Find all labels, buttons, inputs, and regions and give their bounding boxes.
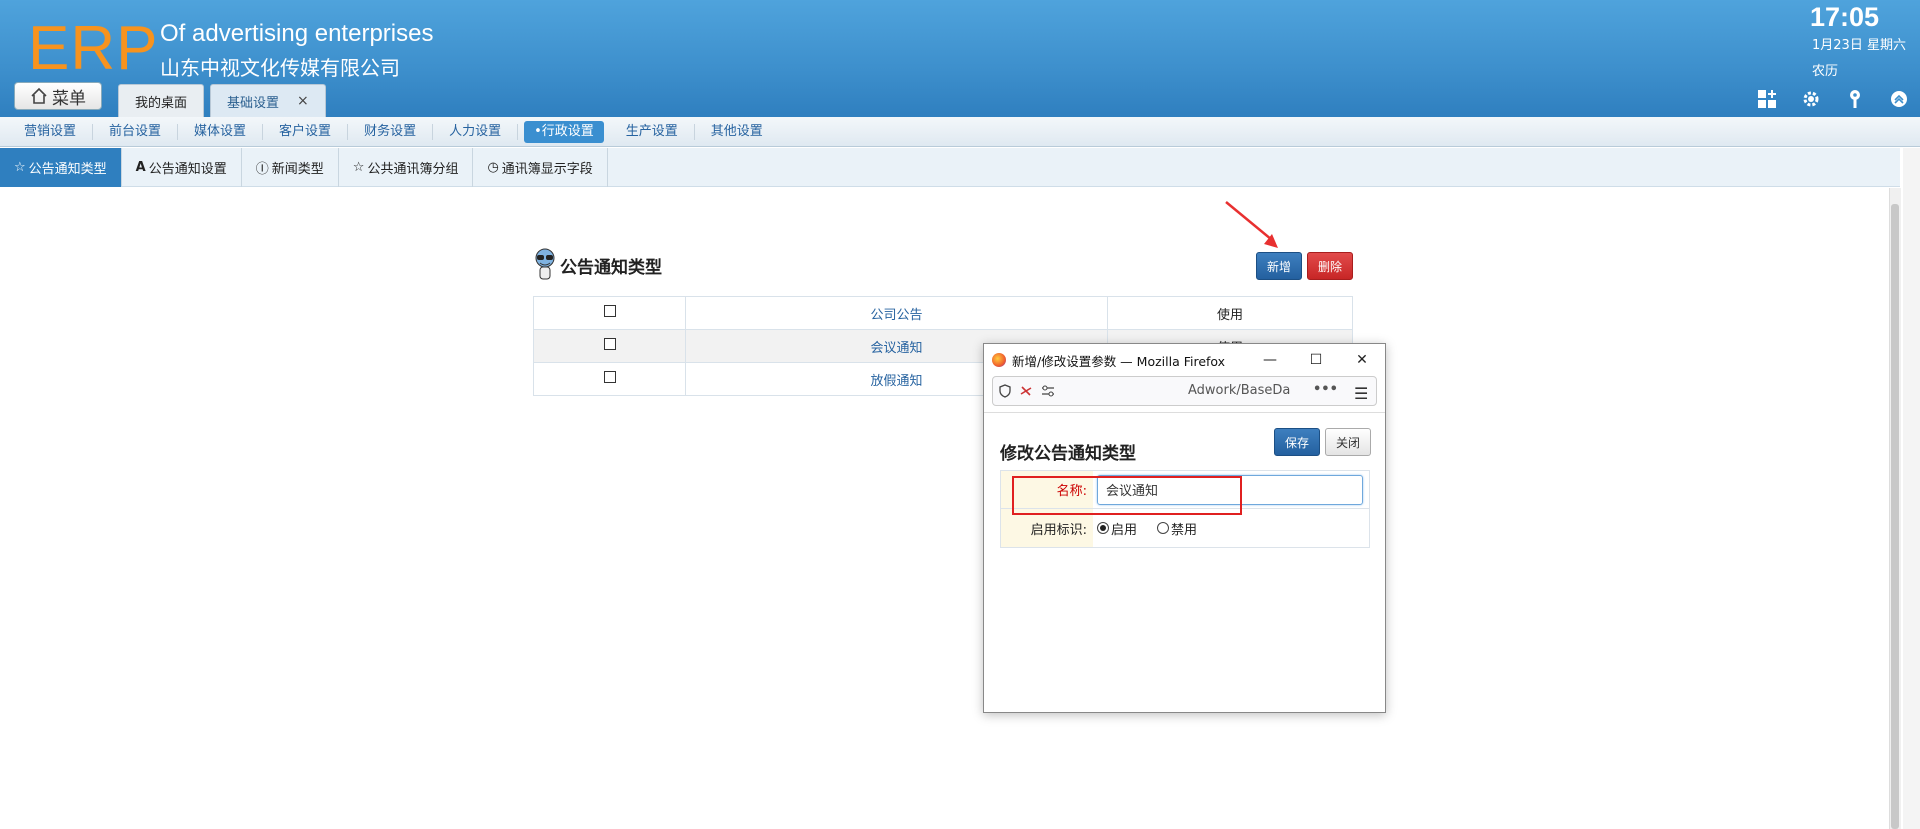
popup-window-title: 新增/修改设置参数 — Mozilla Firefox: [1012, 353, 1226, 369]
nav-marketing[interactable]: 营销设置: [8, 123, 94, 140]
page-title: 公告通知类型: [534, 247, 662, 283]
collapse-up-icon[interactable]: [1888, 88, 1910, 110]
muted-autoplay-icon: [1020, 386, 1032, 396]
tab-basic-settings[interactable]: 基础设置 ×: [210, 84, 326, 117]
clock: 17:05: [1810, 2, 1880, 32]
erp-logo: ERP: [28, 14, 159, 83]
page-title-text: 公告通知类型: [560, 257, 662, 278]
company-name-cn: 山东中视文化传媒有限公司: [160, 56, 400, 80]
row-checkbox[interactable]: [603, 371, 616, 383]
settings-nav: 营销设置 前台设置 媒体设置 客户设置 财务设置 人力设置 •行政设置 生产设置…: [0, 117, 1920, 147]
checkbox-cell[interactable]: [533, 296, 686, 330]
header-icons: [1756, 88, 1910, 110]
nav-hr[interactable]: 人力设置: [433, 123, 519, 140]
radio-disable-label: 禁用: [1171, 522, 1198, 538]
subtab-label: 通讯簿显示字段: [501, 162, 593, 177]
nav-other[interactable]: 其他设置: [695, 124, 779, 140]
row-checkbox[interactable]: [603, 305, 616, 317]
subtab-notice-settings[interactable]: A 公告通知设置: [122, 148, 242, 187]
font-icon: A: [135, 160, 146, 175]
shield-icon: [999, 384, 1011, 398]
nav-customer[interactable]: 客户设置: [263, 123, 349, 140]
top-tabs: 我的桌面 基础设置 ×: [118, 84, 326, 117]
popup-body: 修改公告通知类型 保存 关闭 名称: 会议通知 启用标识: 启用 禁用: [984, 412, 1385, 548]
save-button[interactable]: 保存: [1274, 428, 1320, 456]
add-button[interactable]: 新增: [1256, 252, 1302, 280]
date-text: 1月23日 星期六: [1812, 38, 1906, 53]
star-icon: ☆: [352, 160, 365, 175]
scrollbar-thumb[interactable]: [1891, 204, 1899, 829]
subtab-news-type[interactable]: Ⓘ 新闻类型: [242, 148, 339, 187]
key-icon[interactable]: [1844, 88, 1866, 110]
checkbox-cell[interactable]: [533, 329, 686, 363]
mascot-icon: [535, 248, 555, 280]
tab-label: 我的桌面: [135, 95, 188, 111]
firefox-icon: [992, 353, 1006, 367]
radio-enable-dot[interactable]: [1097, 522, 1109, 534]
tab-my-desktop[interactable]: 我的桌面: [118, 84, 205, 117]
radio-disable-dot[interactable]: [1157, 522, 1170, 534]
radio-enable[interactable]: 启用: [1097, 519, 1137, 538]
radio-disable[interactable]: 禁用: [1157, 519, 1197, 538]
subtab-addressbook-group[interactable]: ☆ 公共通讯簿分组: [339, 148, 474, 187]
permissions-icon: [1042, 385, 1054, 397]
subtab-addressbook-fields[interactable]: ◷ 通讯簿显示字段: [473, 148, 608, 187]
nav-front-desk[interactable]: 前台设置: [93, 123, 179, 140]
minimize-icon[interactable]: —: [1247, 344, 1293, 376]
maximize-icon[interactable]: ☐: [1293, 344, 1339, 376]
gear-icon[interactable]: [1800, 88, 1822, 110]
subtab-label: 公共通讯簿分组: [367, 162, 459, 177]
menu-label: 菜单: [52, 88, 86, 109]
url-text[interactable]: Adwork/BaseDa: [1188, 383, 1290, 398]
nav-media[interactable]: 媒体设置: [178, 123, 264, 140]
row-checkbox[interactable]: [603, 338, 616, 350]
radio-enable-label: 启用: [1111, 522, 1138, 538]
app-header: ERP Of advertising enterprises 山东中视文化传媒有…: [0, 0, 1920, 117]
popup-heading: 修改公告通知类型: [1000, 444, 1136, 464]
annotation-arrow-icon: [1225, 201, 1278, 248]
delete-button[interactable]: 删除: [1307, 252, 1353, 280]
name-cell[interactable]: 公司公告: [685, 296, 1108, 330]
nav-finance[interactable]: 财务设置: [348, 123, 434, 140]
close-window-icon[interactable]: ✕: [1339, 344, 1385, 376]
edit-popup-window: 新增/修改设置参数 — Mozilla Firefox — ☐ ✕ Adwork…: [983, 343, 1386, 713]
close-button[interactable]: 关闭: [1325, 428, 1371, 456]
menu-button[interactable]: 菜单: [14, 82, 102, 110]
subtab-label: 公告通知类型: [28, 162, 107, 177]
star-icon: ☆: [14, 160, 26, 175]
highlight-box: [1012, 476, 1242, 515]
outer-scrollbar[interactable]: [1903, 148, 1920, 829]
hamburger-menu-icon[interactable]: ☰: [1354, 384, 1368, 403]
status-cell: 使用: [1107, 296, 1353, 330]
subtab-notice-type[interactable]: ☆ 公告通知类型: [0, 148, 122, 187]
tab-label: 基础设置: [227, 95, 280, 111]
sub-tabs: ☆ 公告通知类型 A 公告通知设置 Ⓘ 新闻类型 ☆ 公共通讯簿分组 ◷ 通讯簿…: [0, 148, 1900, 187]
more-actions-icon[interactable]: •••: [1313, 382, 1338, 397]
pause-circle-icon: Ⓘ: [255, 162, 269, 177]
home-icon: [31, 87, 47, 104]
url-bar[interactable]: Adwork/BaseDa •••: [992, 376, 1377, 406]
subtab-label: 公告通知设置: [148, 162, 227, 177]
window-controls: — ☐ ✕: [1247, 344, 1385, 376]
table-row[interactable]: 公司公告 使用: [533, 296, 1353, 330]
nav-admin[interactable]: •行政设置: [524, 120, 604, 143]
subtab-label: 新闻类型: [271, 162, 324, 177]
checkbox-cell[interactable]: [533, 362, 686, 396]
company-name-en: Of advertising enterprises: [160, 20, 434, 47]
nav-production[interactable]: 生产设置: [610, 123, 695, 140]
close-icon[interactable]: ×: [297, 93, 309, 109]
clock-icon: ◷: [487, 160, 499, 175]
grid-add-icon[interactable]: [1756, 88, 1778, 110]
lunar-calendar[interactable]: 农历: [1812, 60, 1838, 79]
